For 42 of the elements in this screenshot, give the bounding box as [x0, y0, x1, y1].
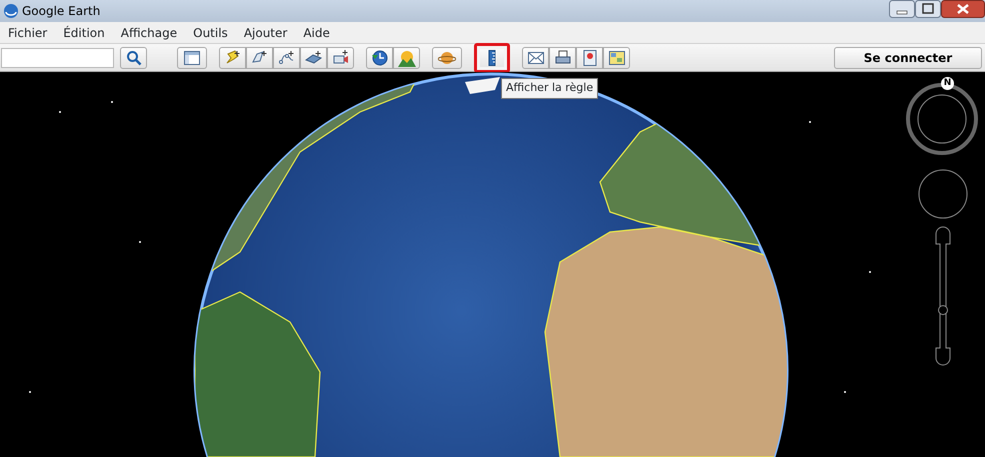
menu-item[interactable]: Aide [295, 24, 338, 42]
sunrise-button[interactable] [393, 46, 420, 68]
search-button[interactable] [120, 46, 147, 68]
menu-item[interactable]: Fichier [0, 24, 56, 42]
menu-item[interactable]: Ajouter [236, 24, 296, 42]
picture-button[interactable] [603, 46, 630, 68]
overlay-button[interactable] [300, 46, 327, 68]
login-button[interactable]: Se connecter [834, 46, 982, 68]
camera-button[interactable] [327, 46, 354, 68]
slider-thumb[interactable] [938, 305, 948, 316]
north-label: N [941, 77, 954, 90]
search-field[interactable] [1, 48, 114, 68]
picture-icon [608, 48, 626, 66]
maximize-icon[interactable] [915, 0, 941, 18]
printer-icon [554, 48, 572, 66]
ruler-button[interactable] [474, 42, 510, 72]
map-button[interactable] [576, 46, 603, 68]
pushpin-button[interactable] [219, 46, 246, 68]
overlay-icon [304, 48, 322, 66]
planet-button[interactable] [432, 46, 462, 68]
minimize-icon[interactable] [889, 0, 915, 18]
path-icon [278, 48, 296, 66]
close-icon[interactable] [941, 0, 985, 18]
search-icon [126, 50, 142, 66]
map-icon [580, 48, 598, 66]
polygon-button[interactable] [246, 46, 273, 68]
clock-icon [370, 48, 388, 66]
clock-button[interactable] [366, 46, 393, 68]
envelope-button[interactable] [522, 46, 549, 68]
sunrise-icon [398, 48, 416, 66]
printer-button[interactable] [549, 46, 576, 68]
look-joystick[interactable] [917, 168, 969, 220]
sidebar-icon [183, 48, 201, 66]
sidebar-button[interactable] [177, 46, 207, 68]
app-logo-icon [3, 3, 19, 19]
window-title: Google Earth [22, 3, 100, 20]
pushpin-icon [224, 48, 242, 66]
camera-icon [332, 48, 350, 66]
path-button[interactable] [273, 46, 300, 68]
menu-item[interactable]: Affichage [112, 24, 186, 42]
menu-item[interactable]: Outils [185, 24, 236, 42]
menu-item[interactable]: Édition [55, 24, 113, 42]
